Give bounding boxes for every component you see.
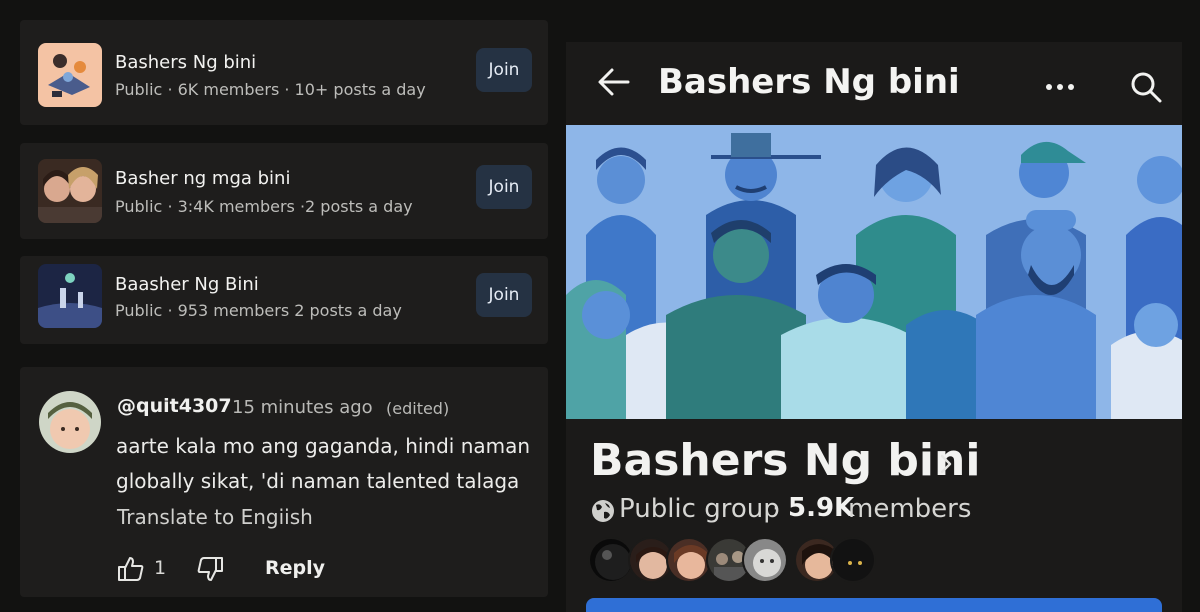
member-avatar[interactable] [830, 537, 876, 583]
group-thumbnail[interactable] [38, 264, 102, 328]
back-arrow-icon[interactable] [596, 64, 632, 100]
reply-button[interactable]: Reply [265, 557, 325, 579]
group-name[interactable]: Bashers Ng bini [115, 52, 256, 73]
join-button[interactable]: Join [476, 48, 532, 92]
group-suggestion-card[interactable]: Basher ng mga bini Public · 3:4K members… [20, 143, 548, 239]
thumbs-down-icon[interactable] [195, 554, 225, 584]
translate-link[interactable]: Translate to Engiish [117, 505, 313, 529]
search-icon[interactable] [1129, 70, 1163, 104]
group-suggestion-card[interactable]: Bashers Ng bini Public · 6K members · 10… [20, 20, 548, 125]
separator: · [772, 494, 781, 524]
member-avatar[interactable] [742, 537, 788, 583]
commenter-avatar[interactable] [39, 391, 101, 453]
comment-card: @quit4307 15 minutes ago (edited) aarte … [20, 367, 548, 597]
thumbs-up-icon[interactable] [116, 554, 146, 584]
cover-photo[interactable] [566, 125, 1182, 419]
left-column: Bashers Ng bini Public · 6K members · 10… [0, 0, 560, 612]
privacy-label: Public group [619, 494, 780, 524]
group-meta: Public · 953 members 2 posts a day [115, 301, 402, 320]
globe-icon [591, 499, 615, 523]
group-name[interactable]: Basher ng mga bini [115, 168, 290, 189]
chevron-right-icon[interactable] [936, 451, 956, 477]
group-suggestion-card[interactable]: Baasher Ng Bini Public · 953 members 2 p… [20, 256, 548, 344]
comment-text: aarte kala mo ang gaganda, hindi naman g… [116, 434, 531, 493]
group-meta: Public · 6K members · 10+ posts a day [115, 80, 426, 99]
group-meta: Public · 3:4K members ·2 posts a day [115, 197, 413, 216]
page-title: Bashers Ng bini [658, 62, 960, 102]
join-button[interactable]: Join [476, 273, 532, 317]
join-group-button[interactable] [586, 598, 1162, 612]
group-page: Bashers Ng bini Bashers Ng bini Public g… [566, 42, 1182, 612]
group-name[interactable]: Baasher Ng Bini [115, 274, 259, 295]
member-label[interactable]: members [848, 494, 971, 524]
comment-username[interactable]: @quit4307 [117, 395, 232, 417]
like-count: 1 [154, 557, 167, 579]
group-thumbnail[interactable] [38, 43, 102, 107]
group-thumbnail[interactable] [38, 159, 102, 223]
comment-timestamp: 15 minutes ago [232, 397, 373, 418]
member-count[interactable]: 5.9K [788, 493, 854, 523]
group-title[interactable]: Bashers Ng bini [590, 435, 980, 486]
join-button[interactable]: Join [476, 165, 532, 209]
comment-edited-label: (edited) [386, 399, 450, 418]
more-dots-icon[interactable] [1044, 78, 1076, 90]
